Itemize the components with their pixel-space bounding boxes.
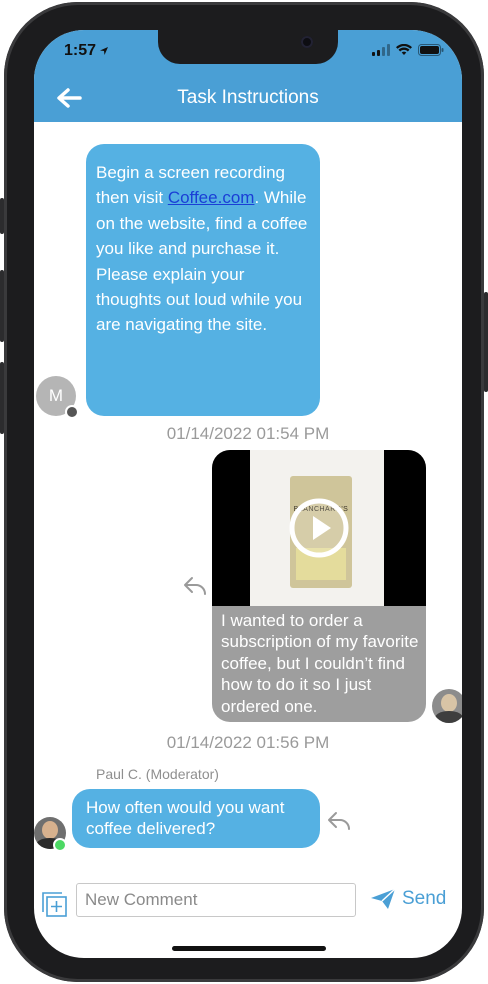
volume-up-button [0, 270, 4, 342]
moderator-message-bubble: How often would you want coffee delivere… [72, 789, 320, 848]
play-icon[interactable] [288, 497, 350, 559]
reply-icon[interactable] [182, 575, 208, 595]
instruction-message-text: Begin a screen recording then visit Coff… [86, 144, 320, 338]
power-button [484, 292, 488, 392]
coffee-link[interactable]: Coffee.com [168, 188, 255, 207]
comment-input[interactable] [76, 883, 356, 917]
video-player[interactable]: BLANCHARD'S [212, 450, 426, 606]
online-indicator [53, 838, 67, 852]
avatar: M [36, 376, 79, 419]
user-avatar-body [435, 711, 462, 723]
sender-name: Paul C. (Moderator) [96, 766, 219, 782]
notch [158, 30, 338, 64]
wifi-icon [396, 44, 412, 55]
add-attachment-icon[interactable] [40, 890, 68, 918]
moderator-avatar-face [42, 821, 58, 839]
presence-indicator [65, 405, 79, 419]
location-arrow-icon [100, 47, 109, 55]
page-title: Task Instructions [177, 87, 319, 108]
status-time: 1:57 [64, 42, 109, 60]
front-camera [301, 36, 313, 48]
message-timestamp: 01/14/2022 01:54 PM [166, 424, 330, 443]
send-button[interactable]: Send [370, 888, 446, 910]
status-icons [372, 44, 444, 56]
video-message-bubble: BLANCHARD'S I wanted to order a subscrip… [212, 450, 426, 722]
instruction-text-part-2: . While on the website, find a coffee yo… [96, 188, 308, 335]
screen: 1:57 Task Instructions Begin a screen re… [34, 30, 462, 958]
mute-switch [0, 198, 4, 234]
comment-composer: Send [34, 878, 462, 928]
home-indicator [172, 946, 326, 951]
reply-icon[interactable] [326, 810, 352, 830]
status-time-label: 1:57 [64, 42, 97, 59]
user-avatar [432, 689, 462, 723]
reply-message-text: I wanted to order a subscription of my f… [221, 611, 419, 716]
message-timestamp: 01/14/2022 01:56 PM [166, 733, 330, 752]
cellular-signal-icon [372, 44, 390, 56]
phone-frame: 1:57 Task Instructions Begin a screen re… [0, 2, 488, 982]
volume-down-button [0, 362, 4, 434]
moderator-message-text: How often would you want coffee delivere… [86, 798, 285, 838]
avatar-initial: M [48, 386, 64, 405]
user-avatar-face [441, 694, 457, 712]
battery-icon [418, 44, 444, 56]
send-label: Send [402, 888, 447, 909]
paper-plane-icon [371, 888, 396, 909]
instruction-message-bubble: Begin a screen recording then visit Coff… [86, 144, 320, 416]
